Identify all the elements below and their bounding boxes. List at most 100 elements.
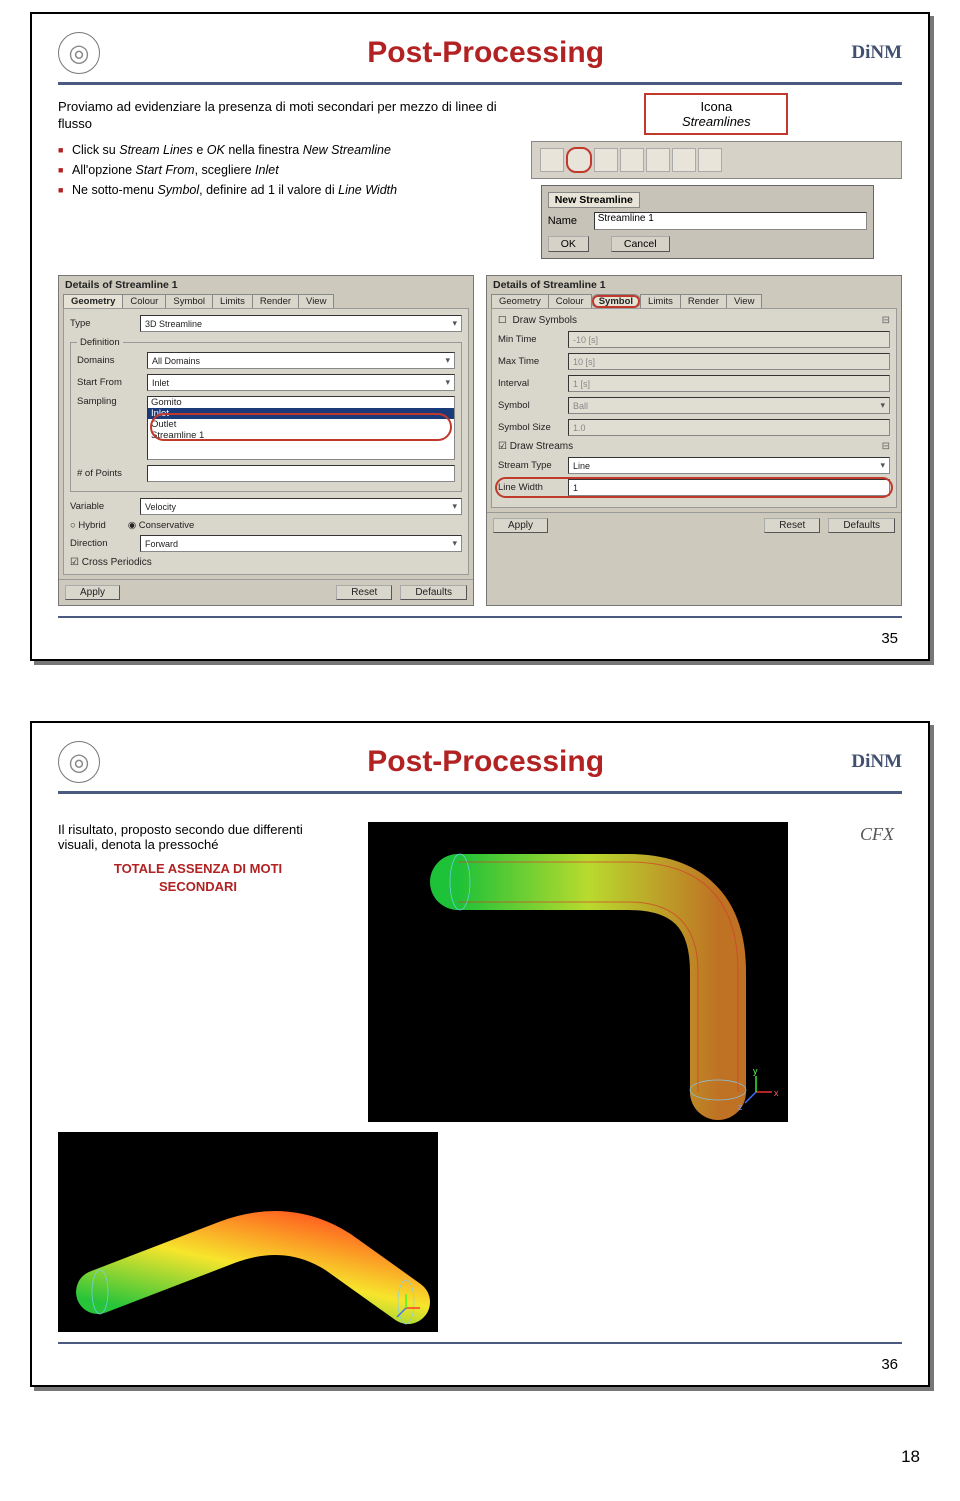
row-type: Type 3D Streamline: [70, 315, 462, 332]
tab-view[interactable]: View: [726, 294, 762, 308]
slide-title: Post-Processing: [120, 745, 851, 779]
sampling-label: Sampling: [77, 396, 141, 407]
points-input[interactable]: [147, 465, 455, 482]
b3-pre: Ne sotto-menu: [72, 183, 157, 197]
panel-title: Details of Streamline 1: [59, 276, 473, 294]
b3-i2: Line Width: [338, 183, 397, 197]
b2-i1: Start From: [136, 163, 195, 177]
b2-pre: All'opzione: [72, 163, 136, 177]
tab-view[interactable]: View: [298, 294, 334, 308]
draw-streams-check[interactable]: Draw Streams: [498, 441, 573, 452]
toolbar-button[interactable]: [540, 148, 564, 172]
tab-limits[interactable]: Limits: [640, 294, 681, 308]
toolbar-button[interactable]: [646, 148, 670, 172]
linewidth-input[interactable]: 1: [568, 479, 890, 496]
rule-bottom: [58, 616, 902, 618]
rule-top: [58, 82, 902, 85]
tab-render[interactable]: Render: [680, 294, 727, 308]
panel-buttonbar: Apply Reset Defaults: [487, 512, 901, 538]
row-linewidth: Line Width 1: [498, 479, 890, 496]
row-mintime: Min Time -10 [s]: [498, 331, 890, 348]
tab-geometry[interactable]: Geometry: [63, 294, 123, 308]
radio-hybrid[interactable]: Hybrid: [70, 520, 106, 531]
defaults-button[interactable]: Defaults: [400, 585, 467, 600]
panel-buttonbar: Apply Reset Defaults: [59, 579, 473, 605]
direction-dropdown[interactable]: Forward: [140, 535, 462, 552]
tab-limits[interactable]: Limits: [212, 294, 253, 308]
slide-header: Post-Processing DiNM: [58, 32, 902, 74]
definition-legend: Definition: [77, 337, 123, 348]
cfd-view-1: x y z: [368, 822, 788, 1122]
reset-button[interactable]: Reset: [336, 585, 392, 600]
row-direction: Direction Forward: [70, 535, 462, 552]
b1-i2: OK: [207, 143, 225, 157]
stype-dropdown[interactable]: Line: [568, 457, 890, 474]
name-label: Name: [548, 215, 588, 227]
tab-symbol[interactable]: Symbol: [591, 294, 641, 308]
bullet-list: Click su Stream Lines e OK nella finestr…: [58, 143, 517, 197]
reset-button[interactable]: Reset: [764, 518, 820, 533]
cfd-view-2: [58, 1132, 438, 1332]
logo-text: DiNM: [851, 42, 902, 64]
tab-colour[interactable]: Colour: [548, 294, 592, 308]
page-number: 18: [0, 1447, 920, 1467]
tab-colour[interactable]: Colour: [122, 294, 166, 308]
seal-icon: [58, 741, 100, 783]
toolbar-button[interactable]: [698, 148, 722, 172]
cross-periodics-check[interactable]: Cross Periodics: [70, 557, 462, 568]
panel-tabs: Geometry Colour Symbol Limits Render Vie…: [487, 294, 901, 308]
content-right: Icona Streamlines New Streamline Name St…: [531, 93, 902, 259]
defaults-button[interactable]: Defaults: [828, 518, 895, 533]
interval-input: 1 [s]: [568, 375, 890, 392]
startfrom-dropdown[interactable]: Inlet: [147, 374, 455, 391]
list-item[interactable]: Gomito: [148, 397, 454, 408]
variable-dropdown[interactable]: Velocity: [140, 498, 462, 515]
apply-button[interactable]: Apply: [493, 518, 548, 533]
toolbar-button[interactable]: [594, 148, 618, 172]
tab-geometry[interactable]: Geometry: [491, 294, 549, 308]
mintime-input: -10 [s]: [568, 331, 890, 348]
details-panel-geometry: Details of Streamline 1 Geometry Colour …: [58, 275, 474, 606]
row-domains: Domains All Domains: [77, 352, 455, 369]
maxtime-input: 10 [s]: [568, 353, 890, 370]
startfrom-listbox[interactable]: Gomito Inlet Outlet Streamline 1: [147, 396, 455, 460]
interval-label: Interval: [498, 378, 562, 389]
rule-bottom: [58, 1342, 902, 1344]
row-listbox: Sampling Gomito Inlet Outlet Streamline …: [77, 396, 455, 460]
symbol-dropdown: Ball: [568, 397, 890, 414]
radio-conservative[interactable]: Conservative: [128, 520, 194, 531]
logo-text: DiNM: [851, 751, 902, 773]
details-panel-symbol: Details of Streamline 1 Geometry Colour …: [486, 275, 902, 606]
panel-title: Details of Streamline 1: [487, 276, 901, 294]
b1-i3: New Streamline: [303, 143, 391, 157]
domains-label: Domains: [77, 355, 141, 366]
b1-post: nella finestra: [225, 143, 303, 157]
row-draw-symbols: ☐ Draw Symbols ⊟: [498, 315, 890, 326]
row-startfrom: Start From Inlet: [77, 374, 455, 391]
apply-button[interactable]: Apply: [65, 585, 120, 600]
row-maxtime: Max Time 10 [s]: [498, 353, 890, 370]
b3-mid: , definire ad 1 il valore di: [199, 183, 338, 197]
list-item[interactable]: Streamline 1: [148, 430, 454, 441]
row-stype: Stream Type Line: [498, 457, 890, 474]
cancel-button[interactable]: Cancel: [611, 236, 670, 252]
tab-render[interactable]: Render: [252, 294, 299, 308]
type-dropdown[interactable]: 3D Streamline: [140, 315, 462, 332]
row-symsize: Symbol Size 1.0: [498, 419, 890, 436]
streamlines-icon[interactable]: [566, 147, 592, 173]
domains-dropdown[interactable]: All Domains: [147, 352, 455, 369]
list-item[interactable]: Outlet: [148, 419, 454, 430]
toolbar-button[interactable]: [620, 148, 644, 172]
ok-button[interactable]: OK: [548, 236, 589, 252]
cfx-watermark: CFX: [860, 824, 894, 845]
tab-symbol[interactable]: Symbol: [165, 294, 213, 308]
b1-i1: Stream Lines: [119, 143, 193, 157]
stype-label: Stream Type: [498, 460, 562, 471]
toolbar-button[interactable]: [672, 148, 696, 172]
result-emphasis: TOTALE ASSENZA DI MOTI SECONDARI: [58, 860, 338, 895]
content-left: Proviamo ad evidenziare la presenza di m…: [58, 93, 517, 259]
emph-line1: TOTALE ASSENZA DI MOTI: [114, 861, 282, 876]
draw-symbols-check[interactable]: ☐: [498, 315, 507, 326]
name-field[interactable]: Streamline 1: [594, 212, 867, 230]
list-item-selected[interactable]: Inlet: [148, 408, 454, 419]
